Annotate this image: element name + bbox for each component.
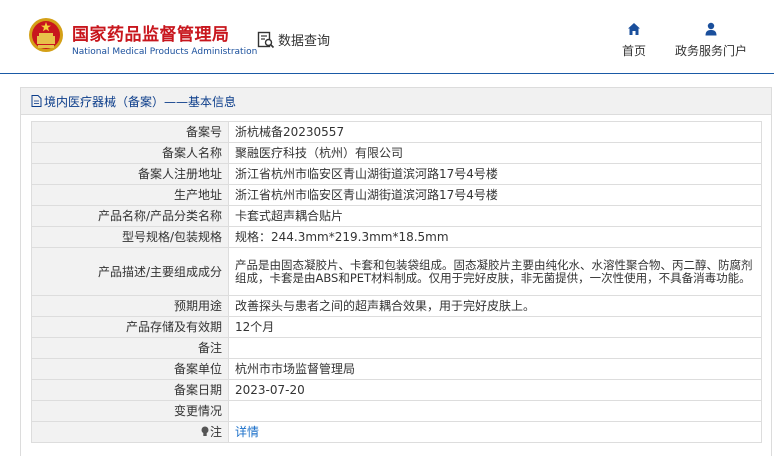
table-row: 备案日期 2023-07-20 [31, 379, 762, 401]
panel-title: 境内医疗器械（备案）——基本信息 [21, 88, 771, 115]
field-label-registered-address: 备案人注册地址 [31, 163, 229, 185]
table-row: 注 详情 [31, 421, 762, 443]
field-value-filer-name: 聚融医疗科技（杭州）有限公司 [228, 142, 762, 164]
field-value-note: 详情 [228, 421, 762, 443]
details-link[interactable]: 详情 [235, 425, 259, 439]
table-row: 备案人名称 聚融医疗科技（杭州）有限公司 [31, 142, 762, 164]
field-value-storage-validity: 12个月 [228, 316, 762, 338]
field-label-filing-date: 备案日期 [31, 379, 229, 401]
home-icon [628, 23, 640, 35]
field-value-intended-use: 改善探头与患者之间的超声耦合效果，用于完好皮肤上。 [228, 295, 762, 317]
table-row: 产品描述/主要组成成分 产品是由固态凝胶片、卡套和包装袋组成。固态凝胶片主要由纯… [31, 247, 762, 296]
field-value-model-spec: 规格：244.3mm*219.3mm*18.5mm [228, 226, 762, 248]
field-value-change-status [228, 400, 762, 422]
field-value-product-name: 卡套式超声耦合贴片 [228, 205, 762, 227]
logo-title-en: National Medical Products Administration [72, 47, 258, 57]
nav-service-portal[interactable]: 政务服务门户 [672, 22, 750, 59]
field-label-record-no: 备案号 [31, 121, 229, 143]
lightbulb-icon [201, 426, 209, 436]
field-label-storage-validity: 产品存储及有效期 [31, 316, 229, 338]
field-label-model-spec: 型号规格/包装规格 [31, 226, 229, 248]
nav-home-label: 首页 [621, 44, 646, 58]
table-row: 备案单位 杭州市市场监督管理局 [31, 358, 762, 380]
field-value-description: 产品是由固态凝胶片、卡套和包装袋组成。固态凝胶片主要由纯化水、水溶性聚合物、丙二… [228, 247, 762, 296]
table-row: 产品名称/产品分类名称 卡套式超声耦合贴片 [31, 205, 762, 227]
field-value-record-no: 浙杭械备20230557 [228, 121, 762, 143]
field-value-filing-date: 2023-07-20 [228, 379, 762, 401]
field-label-intended-use: 预期用途 [31, 295, 229, 317]
site-header: 国家药品监督管理局 National Medical Products Admi… [0, 0, 774, 74]
data-query-link[interactable]: 数据查询 [257, 30, 330, 49]
user-icon [705, 22, 717, 36]
data-query-label: 数据查询 [278, 34, 331, 49]
document-icon [31, 95, 42, 107]
field-label-note: 注 [31, 421, 229, 443]
search-document-icon [257, 31, 275, 48]
table-row: 备案人注册地址 浙江省杭州市临安区青山湖街道滨河路17号4号楼 [31, 163, 762, 185]
field-label-remarks: 备注 [31, 337, 229, 359]
record-panel: 境内医疗器械（备案）——基本信息 备案号 浙杭械备20230557 备案人名称 … [20, 87, 772, 456]
site-logo[interactable]: 国家药品监督管理局 National Medical Products Admi… [72, 20, 257, 57]
field-label-description: 产品描述/主要组成成分 [31, 247, 229, 296]
nav-home[interactable]: 首页 [618, 22, 650, 59]
nav-service-portal-label: 政务服务门户 [674, 44, 747, 58]
table-row: 型号规格/包装规格 规格：244.3mm*219.3mm*18.5mm [31, 226, 762, 248]
field-value-filing-unit: 杭州市市场监督管理局 [228, 358, 762, 380]
table-row: 变更情况 [31, 400, 762, 422]
logo-title-cn: 国家药品监督管理局 [72, 25, 230, 45]
field-label-production-address: 生产地址 [31, 184, 229, 206]
table-row: 备案号 浙杭械备20230557 [31, 121, 762, 143]
field-label-change-status: 变更情况 [31, 400, 229, 422]
table-row: 生产地址 浙江省杭州市临安区青山湖街道滨河路17号4号楼 [31, 184, 762, 206]
note-label-text: 注 [209, 425, 222, 439]
field-label-filing-unit: 备案单位 [31, 358, 229, 380]
record-info-table: 备案号 浙杭械备20230557 备案人名称 聚融医疗科技（杭州）有限公司 备案… [31, 121, 762, 443]
field-label-filer-name: 备案人名称 [31, 142, 229, 164]
field-value-remarks [228, 337, 762, 359]
table-row: 备注 [31, 337, 762, 359]
panel-title-text: 境内医疗器械（备案）——基本信息 [44, 94, 237, 109]
table-row: 预期用途 改善探头与患者之间的超声耦合效果，用于完好皮肤上。 [31, 295, 762, 317]
national-emblem-icon [29, 18, 63, 52]
field-value-registered-address: 浙江省杭州市临安区青山湖街道滨河路17号4号楼 [228, 163, 762, 185]
field-label-product-name: 产品名称/产品分类名称 [31, 205, 229, 227]
field-value-production-address: 浙江省杭州市临安区青山湖街道滨河路17号4号楼 [228, 184, 762, 206]
table-row: 产品存储及有效期 12个月 [31, 316, 762, 338]
